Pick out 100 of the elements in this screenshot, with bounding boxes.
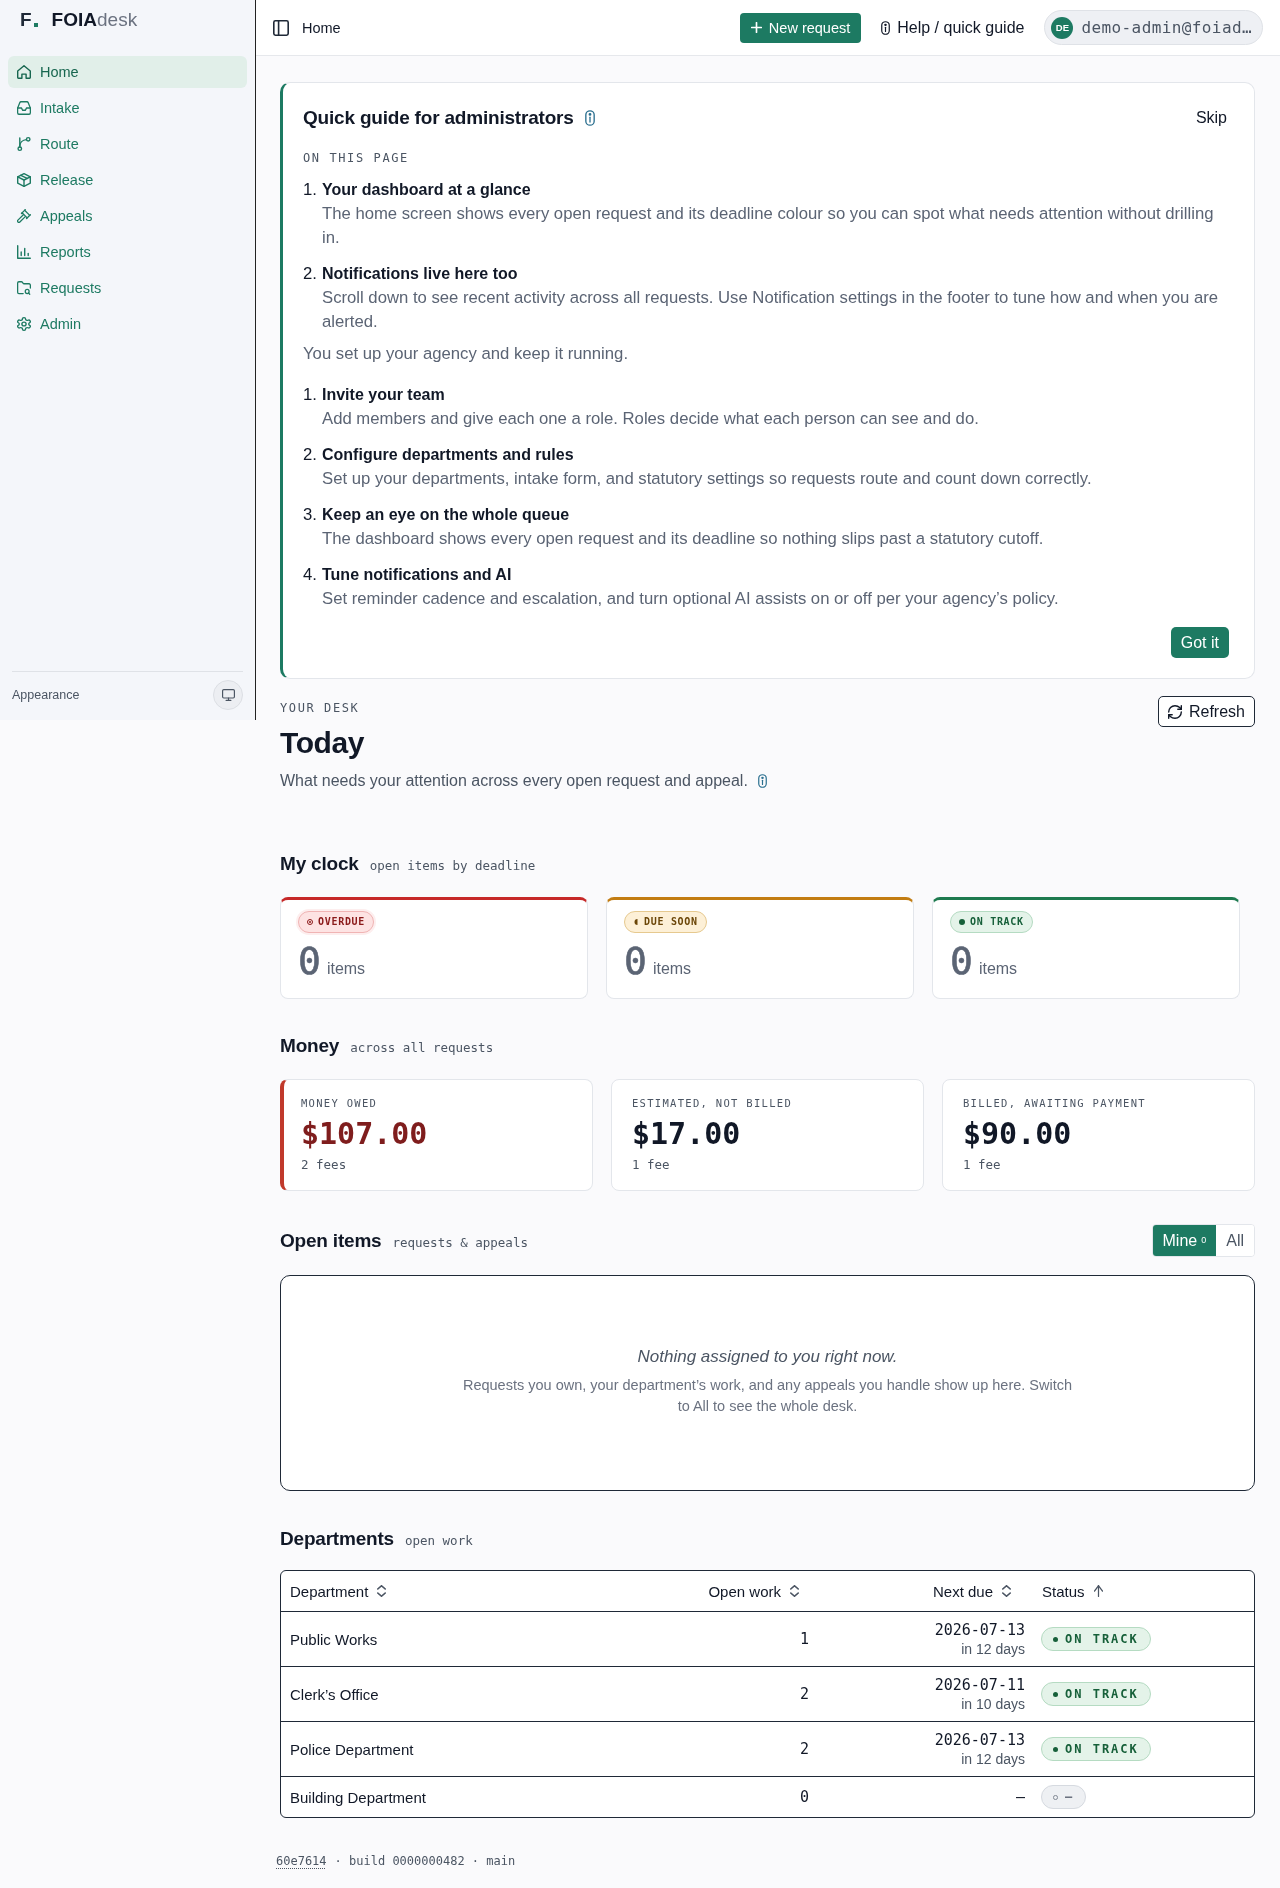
column-header[interactable]: Open work <box>691 1571 821 1611</box>
guide-intro: You set up your agency and keep it running. <box>303 343 630 365</box>
section-title: Money <box>280 1034 340 1058</box>
table-cell-text: 2 <box>798 1740 810 1758</box>
commit-link[interactable]: 60e7614 <box>276 1853 327 1869</box>
section-subtitle: open work <box>404 1533 473 1548</box>
step-number: 1. <box>303 179 318 201</box>
sidebar-item[interactable]: Appeals <box>8 200 247 232</box>
due-in: in 10 days <box>961 1695 1025 1713</box>
badge-label: ON TRACK <box>1065 1633 1139 1645</box>
plus-icon <box>750 22 762 33</box>
eyebrow-label: YOUR DESK <box>280 700 361 716</box>
step-description: Set up your departments, intake form, and statutory settings so requests route and count down correctly. <box>322 468 1093 490</box>
step-title: Your dashboard at a glance <box>322 180 532 200</box>
item-count: 0 <box>298 939 321 983</box>
step-title: Invite your team <box>322 385 446 405</box>
section-subtitle: requests & appeals <box>392 1234 528 1250</box>
empty-title: Nothing assigned to you right now. <box>637 1346 898 1368</box>
section-subtitle: open items by deadline <box>369 858 536 873</box>
dot-icon <box>1053 1636 1058 1642</box>
step-title: Keep an eye on the whole queue <box>322 505 571 525</box>
money-amount: $90.00 <box>963 1116 1073 1152</box>
appearance-button[interactable] <box>213 680 243 710</box>
filter-tab[interactable]: Mine 0 <box>1152 1225 1217 1256</box>
gavel-icon <box>17 209 31 223</box>
sidebar-item[interactable]: Release <box>8 164 247 196</box>
step-description: The dashboard shows every open request and its deadline so nothing slips past a statutory cutoff. <box>322 528 1045 550</box>
ring-icon <box>1053 1794 1058 1800</box>
money-label: ESTIMATED, NOT BILLED <box>632 1096 794 1110</box>
sidebar-item[interactable]: Reports <box>8 236 247 268</box>
box-icon <box>17 173 31 187</box>
sidebar-item[interactable]: Admin <box>8 308 247 340</box>
home-icon <box>17 65 31 79</box>
guide-title: Quick guide for administrators <box>303 106 574 130</box>
appearance-label: Appearance <box>12 688 80 702</box>
monitor-icon <box>221 689 235 701</box>
step-description: Set reminder cadence and escalation, and turn optional AI assists on or off per your agency’s policy. <box>322 588 1060 610</box>
refresh-button[interactable]: Refresh <box>1157 696 1255 727</box>
fee-count: 1 fee <box>632 1157 671 1173</box>
money-amount: $17.00 <box>632 1116 742 1152</box>
column-header[interactable]: Status <box>1033 1571 1254 1611</box>
column-header[interactable]: Next due <box>821 1571 1033 1611</box>
help-link[interactable]: Help / quick guide <box>881 18 1025 37</box>
tab-count: 0 <box>1201 1234 1207 1245</box>
got-it-button[interactable]: Got it <box>1170 627 1229 658</box>
item-count: 0 <box>950 939 973 983</box>
folder-search-icon <box>17 281 31 295</box>
page-description: What needs your attention across every open request and appeal. <box>280 771 748 791</box>
user-menu-button[interactable]: DE demo-admin@foiad… <box>1044 10 1263 45</box>
badge-label: ON TRACK <box>970 917 1024 927</box>
sidebar-item[interactable]: Route <box>8 128 247 160</box>
panel-toggle-icon[interactable] <box>273 19 289 36</box>
step-title: Configure departments and rules <box>322 445 575 465</box>
bar-chart-icon <box>17 245 31 259</box>
count-unit: items <box>326 960 366 978</box>
column-header[interactable]: Department <box>281 1571 691 1611</box>
logo-mark: F <box>20 9 38 31</box>
branch-icon <box>17 137 31 151</box>
section-title: Departments <box>280 1527 394 1551</box>
breadcrumb: Home <box>302 19 341 36</box>
step-number: 4. <box>303 564 318 586</box>
step-number: 2. <box>303 263 318 285</box>
table-cell-text: Police Department <box>289 1740 415 1758</box>
count-unit: items <box>652 960 692 978</box>
new-request-button[interactable]: New request <box>739 12 862 43</box>
fee-count: 2 fees <box>301 1157 348 1173</box>
inbox-icon <box>17 101 31 115</box>
table-cell-text: 0 <box>798 1788 810 1806</box>
due-date: 2026-07-13 <box>934 1730 1025 1750</box>
sidebar-item[interactable]: Home <box>8 56 247 88</box>
badge-label: DUE SOON <box>644 917 698 927</box>
due-date: — <box>1015 1787 1025 1807</box>
skip-button[interactable]: Skip <box>1193 104 1229 132</box>
count-unit: items <box>978 960 1018 978</box>
table-cell-text: Public Works <box>289 1630 379 1648</box>
ring-dot-icon <box>307 919 313 925</box>
step-number: 2. <box>303 444 318 466</box>
step-description: Scroll down to see recent activity across all requests. Use Notification settings in the footer to tune how and when you are alerted. <box>322 287 1220 333</box>
badge-label: ON TRACK <box>1065 1743 1139 1755</box>
money-amount: $107.00 <box>301 1116 429 1152</box>
due-in: in 12 days <box>961 1640 1025 1658</box>
step-description: The home screen shows every open request and its deadline colour so you can spot what needs attention without drilling in. <box>322 203 1215 249</box>
info-icon <box>584 110 595 126</box>
refresh-icon <box>1167 704 1182 719</box>
empty-description: Requests you own, your department’s work, and any appeals you handle show up here. Switch to All to see the whole desk. <box>461 1376 1074 1416</box>
logo-text: FOIAdesk <box>51 9 138 31</box>
dot-icon <box>1053 1746 1058 1752</box>
sidebar-item[interactable]: Intake <box>8 92 247 124</box>
section-label: ON THIS PAGE <box>303 150 410 166</box>
badge-label: ON TRACK <box>1065 1688 1139 1700</box>
step-number: 1. <box>303 384 318 406</box>
info-icon <box>757 774 767 788</box>
section-title: My clock <box>280 852 359 876</box>
avatar: DE <box>1051 16 1074 39</box>
section-subtitle: across all requests <box>350 1040 494 1055</box>
step-title: Tune notifications and AI <box>322 565 513 585</box>
item-count: 0 <box>624 939 647 983</box>
table-cell-text: 2 <box>798 1685 810 1703</box>
money-label: MONEY OWED <box>301 1096 379 1110</box>
sidebar-item[interactable]: Requests <box>8 272 247 304</box>
